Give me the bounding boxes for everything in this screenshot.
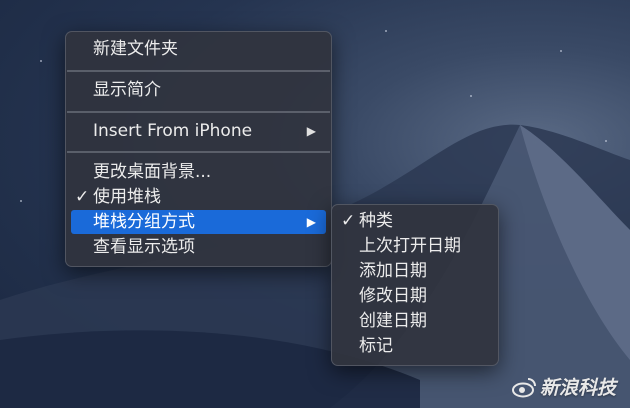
star [560, 50, 562, 52]
menu-item-show-view-options[interactable]: 查看显示选项 [71, 235, 326, 259]
menu-item-use-stacks[interactable]: ✓ 使用堆栈 [71, 185, 326, 209]
menu-separator [67, 70, 330, 72]
menu-item-label: 更改桌面背景... [93, 162, 212, 182]
submenu-item-date-modified[interactable]: 修改日期 [337, 284, 493, 308]
menu-item-get-info[interactable]: 显示简介 [71, 78, 326, 102]
submenu-item-date-created[interactable]: 创建日期 [337, 309, 493, 333]
submenu-arrow-icon: ▶ [306, 215, 316, 229]
menu-item-label: 标记 [359, 336, 393, 356]
menu-item-group-stacks-by[interactable]: 堆栈分组方式 ▶ [71, 210, 326, 234]
menu-item-label: Insert From iPhone [93, 121, 253, 141]
menu-item-label: 显示简介 [93, 80, 161, 100]
menu-item-insert-from-iphone[interactable]: Insert From iPhone ▶ [71, 119, 326, 143]
menu-item-label: 使用堆栈 [93, 187, 161, 207]
star [605, 140, 607, 142]
group-by-submenu: ✓ 种类 上次打开日期 添加日期 修改日期 创建日期 标记 [331, 204, 499, 366]
star [385, 30, 387, 32]
submenu-item-date-last-opened[interactable]: 上次打开日期 [337, 234, 493, 258]
submenu-item-date-added[interactable]: 添加日期 [337, 259, 493, 283]
menu-separator [67, 151, 330, 153]
star [470, 95, 472, 97]
menu-item-new-folder[interactable]: 新建文件夹 [71, 37, 326, 61]
menu-item-label: 堆栈分组方式 [93, 212, 195, 232]
menu-item-label: 创建日期 [359, 311, 427, 331]
checkmark-icon: ✓ [341, 211, 356, 231]
menu-item-label: 上次打开日期 [359, 236, 461, 256]
context-menu: 新建文件夹 显示简介 Insert From iPhone ▶ 更改桌面背景..… [65, 31, 332, 267]
menu-item-label: 添加日期 [359, 261, 427, 281]
sina-logo-icon [511, 377, 536, 397]
menu-item-label: 新建文件夹 [93, 39, 178, 59]
menu-item-label: 查看显示选项 [93, 237, 195, 257]
menu-separator [67, 111, 330, 113]
submenu-item-kind[interactable]: ✓ 种类 [337, 209, 493, 233]
menu-item-change-desktop-background[interactable]: 更改桌面背景... [71, 160, 326, 184]
checkmark-icon: ✓ [75, 187, 90, 207]
star [40, 60, 42, 62]
menu-item-label: 种类 [359, 211, 393, 231]
sina-tech-watermark: 新浪科技 [511, 373, 616, 400]
watermark-text: 新浪科技 [539, 377, 616, 399]
star [20, 200, 22, 202]
submenu-arrow-icon: ▶ [306, 124, 316, 138]
submenu-item-tags[interactable]: 标记 [337, 334, 493, 358]
menu-item-label: 修改日期 [359, 286, 427, 306]
